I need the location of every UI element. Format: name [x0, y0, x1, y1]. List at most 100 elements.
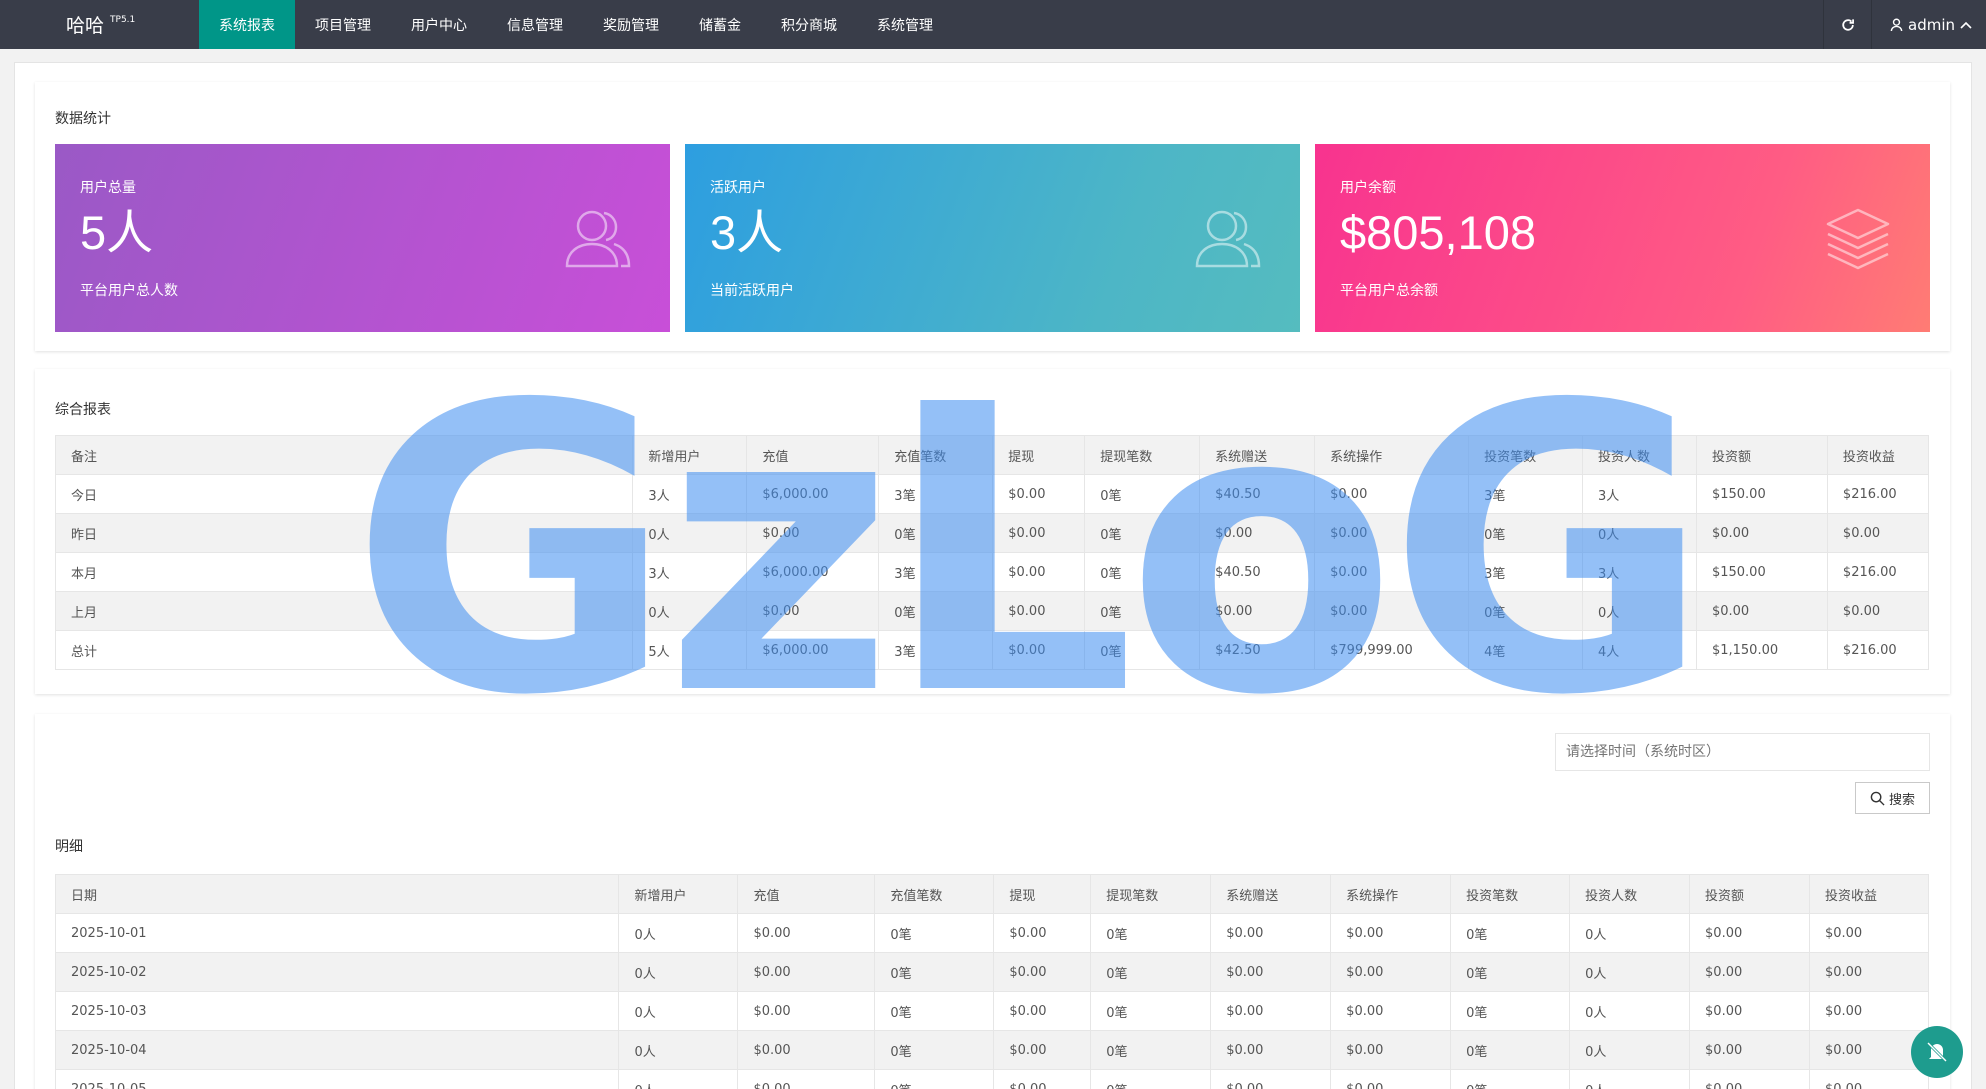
table-cell: 3人 [632, 552, 748, 592]
column-header: 投资人数 [1582, 435, 1697, 475]
stat-value: 3人 [710, 206, 784, 259]
stats-card: 数据统计 用户总量 5人 平台用户总人数 活跃用户 3人 当前活跃用户 用户余额… [35, 82, 1950, 351]
table-cell: $0.00 [1689, 952, 1810, 992]
user-menu[interactable]: admin [1871, 0, 1986, 49]
table-cell: $0.00 [1210, 952, 1332, 992]
column-header: 充值 [746, 435, 880, 475]
column-header: 新增用户 [632, 435, 748, 475]
column-header: 充值笔数 [874, 874, 995, 914]
column-header: 投资笔数 [1468, 435, 1584, 475]
version-badge: TP5.1 [110, 14, 136, 25]
table-cell: 0笔 [878, 591, 994, 631]
table-cell: 0人 [1582, 513, 1697, 553]
column-header: 提现笔数 [1084, 435, 1201, 475]
column-header: 投资人数 [1569, 874, 1691, 914]
table-cell: $0.00 [746, 513, 880, 553]
column-header: 日期 [54, 874, 620, 914]
table-cell: $0.00 [1808, 952, 1930, 992]
nav-item-5[interactable]: 储蓄金 [679, 0, 761, 49]
users-icon [565, 210, 631, 268]
table-row: 总计 5人 $6,000.00 3笔 $0.00 0笔 $42.50 $799,999.00 4… [54, 630, 1930, 670]
table-cell: $0.00 [1210, 991, 1332, 1031]
search-icon [1870, 791, 1885, 806]
table-cell: $0.00 [1314, 591, 1470, 631]
table-cell: $0.00 [1808, 1069, 1930, 1089]
nav-item-2[interactable]: 用户中心 [391, 0, 487, 49]
nav-item-6[interactable]: 积分商城 [761, 0, 857, 49]
stat-label: 活跃用户 [710, 180, 766, 196]
search-button[interactable]: 搜索 [1855, 782, 1930, 814]
table-cell: 0笔 [1090, 913, 1212, 953]
table-cell: 3笔 [1468, 552, 1584, 592]
nav-item-1[interactable]: 项目管理 [295, 0, 391, 49]
table-cell: $0.00 [737, 913, 876, 953]
table-cell: $0.00 [737, 1069, 876, 1089]
main-content: 数据统计 用户总量 5人 平台用户总人数 活跃用户 3人 当前活跃用户 用户余额… [14, 62, 1972, 1089]
table-cell: 0人 [618, 913, 739, 953]
summary-card: 综合报表 备注 新增用户 充值 充值笔数 提现 提现笔数 系统赠送 系统操作 投资笔数 投资人数投… [35, 369, 1950, 694]
table-cell: 0笔 [1450, 1030, 1571, 1070]
table-cell: $0.00 [992, 591, 1086, 631]
table-cell: 0笔 [1090, 1069, 1212, 1089]
table-cell: $0.00 [1826, 591, 1930, 631]
table-cell: 0笔 [1468, 591, 1584, 631]
nav-item-7[interactable]: 系统管理 [857, 0, 953, 49]
table-cell: $0.00 [1689, 1069, 1810, 1089]
table-cell: $0.00 [1689, 991, 1810, 1031]
nav-item-4[interactable]: 奖励管理 [583, 0, 679, 49]
table-cell: $0.00 [1210, 1069, 1332, 1089]
table-row: 2025-10-02 0人 $0.00 0笔 $0.00 0笔 $0.00 $0.00 0笔 0人… [54, 952, 1930, 992]
table-row: 2025-10-01 0人 $0.00 0笔 $0.00 0笔 $0.00 $0.00 0笔 0人… [54, 913, 1930, 953]
stat-value: $805,108 [1340, 206, 1537, 259]
table-cell: 3人 [1582, 552, 1697, 592]
table-cell: 0人 [1569, 913, 1691, 953]
table-cell: $0.00 [1808, 991, 1930, 1031]
column-header: 充值 [737, 874, 876, 914]
column-header: 系统操作 [1314, 435, 1470, 475]
column-header: 投资收益 [1808, 874, 1930, 914]
column-header: 投资收益 [1826, 435, 1930, 475]
column-header: 系统赠送 [1210, 874, 1332, 914]
bell-off-icon [1926, 1041, 1948, 1063]
refresh-button[interactable] [1823, 0, 1871, 49]
floating-action-button[interactable] [1911, 1026, 1963, 1078]
table-cell: 0笔 [1084, 591, 1201, 631]
date-picker-input[interactable] [1555, 733, 1930, 771]
logo[interactable]: 哈哈 TP5.1 [0, 0, 199, 49]
table-cell: 0人 [1569, 1030, 1691, 1070]
table-cell: 2025-10-04 [54, 1030, 620, 1070]
table-cell: 0笔 [878, 513, 994, 553]
table-cell: $0.00 [1314, 552, 1470, 592]
table-cell: $0.00 [1330, 952, 1452, 992]
table-cell: $0.00 [993, 991, 1092, 1031]
table-cell: 0笔 [1468, 513, 1584, 553]
table-cell: 0笔 [874, 952, 995, 992]
stat-sub: 平台用户总余额 [1340, 283, 1438, 299]
column-header: 提现 [993, 874, 1092, 914]
table-cell: $0.00 [1210, 1030, 1332, 1070]
table-cell: $0.00 [1330, 1030, 1452, 1070]
table-cell: $40.50 [1199, 552, 1316, 592]
table-cell: 0笔 [1090, 952, 1212, 992]
table-cell: 0笔 [874, 913, 995, 953]
table-cell: 0人 [618, 991, 739, 1031]
table-cell: 0笔 [1084, 630, 1201, 670]
top-bar: 哈哈 TP5.1 系统报表 项目管理 用户中心 信息管理 奖励管理 储蓄金 积分商城 系统管理… [0, 0, 1986, 49]
column-header: 系统操作 [1330, 874, 1452, 914]
table-cell: $0.00 [1330, 913, 1452, 953]
table-row: 上月 0人 $0.00 0笔 $0.00 0笔 $0.00 $0.00 0笔 0人 $0.00 $0.… [54, 591, 1930, 631]
table-cell: 3笔 [878, 474, 994, 514]
table-cell: 0笔 [1084, 474, 1201, 514]
nav-item-3[interactable]: 信息管理 [487, 0, 583, 49]
table-cell: 昨日 [54, 513, 634, 553]
table-cell: 0人 [1569, 952, 1691, 992]
nav-item-0[interactable]: 系统报表 [199, 0, 295, 49]
table-cell: $0.00 [737, 952, 876, 992]
stat-sub: 平台用户总人数 [80, 283, 178, 299]
table-cell: $0.00 [1199, 591, 1316, 631]
table-cell: $0.00 [1314, 513, 1470, 553]
table-cell: 0笔 [1450, 1069, 1571, 1089]
table-cell: $1,150.00 [1695, 630, 1828, 670]
table-cell: 2025-10-01 [54, 913, 620, 953]
table-cell: 0笔 [1084, 513, 1201, 553]
